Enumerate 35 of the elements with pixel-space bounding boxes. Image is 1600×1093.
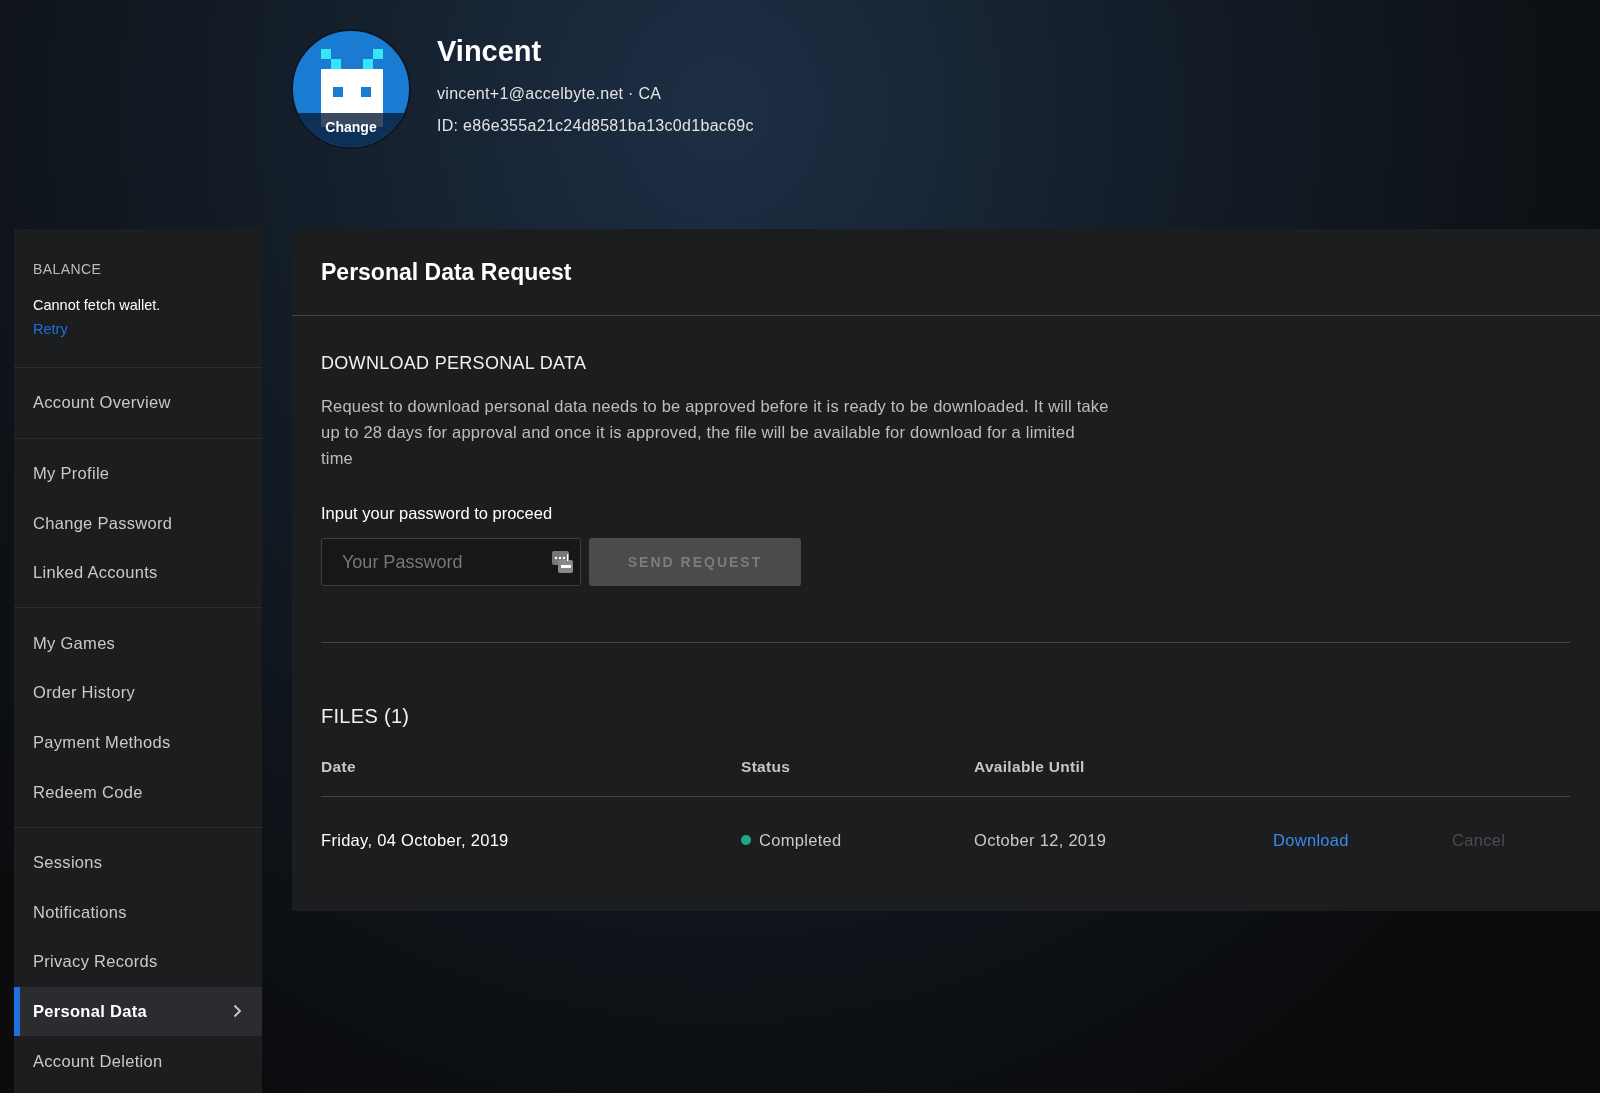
date-cell: October 12, 2019 bbox=[974, 830, 1107, 849]
column-header: Status bbox=[741, 758, 791, 775]
sidebar-item[interactable]: Linked Accounts bbox=[14, 547, 262, 598]
sidebar-item[interactable]: Notifications bbox=[14, 887, 262, 937]
user-email: vincent+1@accelbyte.net · CA bbox=[437, 83, 663, 104]
password-label: Input your password to proceed bbox=[321, 503, 553, 524]
sidebar-item[interactable]: My Profile bbox=[14, 448, 262, 499]
status-text: Completed bbox=[759, 829, 842, 851]
user-id: ID: e86e355a21c24d8581ba13c0d1bac69c bbox=[437, 115, 754, 136]
section-heading: DOWNLOAD PERSONAL DATA bbox=[321, 352, 587, 375]
description-text: Request to download personal data needs to be approved before it is ready to be downloaded. It will take up to 28 days for approval and once it is approved, the file will be available for download for a limited time bbox=[321, 396, 1110, 469]
column-header: Date bbox=[321, 758, 356, 775]
sidebar-item[interactable]: Order History bbox=[14, 667, 262, 718]
column-header: Available Until bbox=[974, 758, 1085, 775]
balance-label: BALANCE bbox=[33, 260, 102, 279]
sidebar-item[interactable]: Personal Data bbox=[14, 986, 262, 1037]
sidebar-item[interactable]: Account Overview bbox=[14, 378, 262, 428]
sidebar-item[interactable]: Redeem Code bbox=[14, 767, 262, 817]
password-field[interactable]: Your Password bbox=[321, 538, 581, 586]
wallet-error-text: Cannot fetch wallet. bbox=[33, 296, 161, 315]
panel-title: Personal Data Request bbox=[321, 259, 572, 285]
sidebar-item[interactable]: Privacy Records bbox=[14, 936, 262, 987]
dots-icon bbox=[552, 550, 574, 574]
date-cell: Friday, 04 October, 2019 bbox=[321, 830, 509, 849]
sidebar-item[interactable]: Payment Methods bbox=[14, 717, 262, 768]
sidebar-item[interactable]: Change Password bbox=[14, 498, 262, 548]
sidebar-item[interactable]: My Games bbox=[14, 618, 262, 668]
sidebar-item[interactable]: Account Deletion bbox=[14, 1036, 262, 1086]
avatar[interactable]: Change bbox=[291, 29, 411, 149]
user-name: Vincent bbox=[437, 34, 543, 69]
sidebar-item[interactable]: Sessions bbox=[14, 837, 262, 888]
retry-link[interactable]: Retry bbox=[33, 321, 68, 337]
files-heading: FILES (1) bbox=[321, 704, 410, 729]
chevron-right-icon bbox=[233, 1004, 242, 1019]
download-link[interactable]: Download bbox=[1273, 830, 1349, 849]
